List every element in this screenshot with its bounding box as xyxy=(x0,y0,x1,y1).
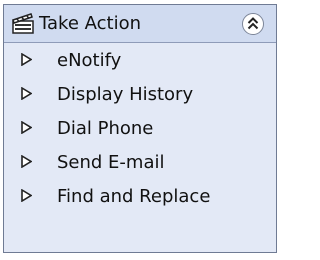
action-item-label: Send E-mail xyxy=(57,152,165,173)
triangle-right-icon xyxy=(21,121,32,134)
take-action-panel: Take Action eNotify Display History Dial… xyxy=(3,4,277,253)
panel-header[interactable]: Take Action xyxy=(4,5,276,43)
panel-title: Take Action xyxy=(39,13,141,34)
action-item-label: Display History xyxy=(57,84,194,105)
chevron-double-up-icon xyxy=(247,17,259,30)
collapse-button[interactable] xyxy=(242,13,264,35)
action-item-find-and-replace[interactable]: Find and Replace xyxy=(4,179,276,213)
action-item-label: Find and Replace xyxy=(57,186,211,207)
action-item-label: eNotify xyxy=(57,50,122,71)
action-item-dial-phone[interactable]: Dial Phone xyxy=(4,111,276,145)
triangle-right-icon xyxy=(21,87,32,100)
action-item-label: Dial Phone xyxy=(57,118,154,139)
triangle-right-icon xyxy=(21,53,32,66)
action-item-display-history[interactable]: Display History xyxy=(4,77,276,111)
action-item-enotify[interactable]: eNotify xyxy=(4,43,276,77)
action-clapperboard-icon xyxy=(11,12,35,34)
triangle-right-icon xyxy=(21,155,32,168)
triangle-right-icon xyxy=(21,189,32,202)
action-item-send-email[interactable]: Send E-mail xyxy=(4,145,276,179)
